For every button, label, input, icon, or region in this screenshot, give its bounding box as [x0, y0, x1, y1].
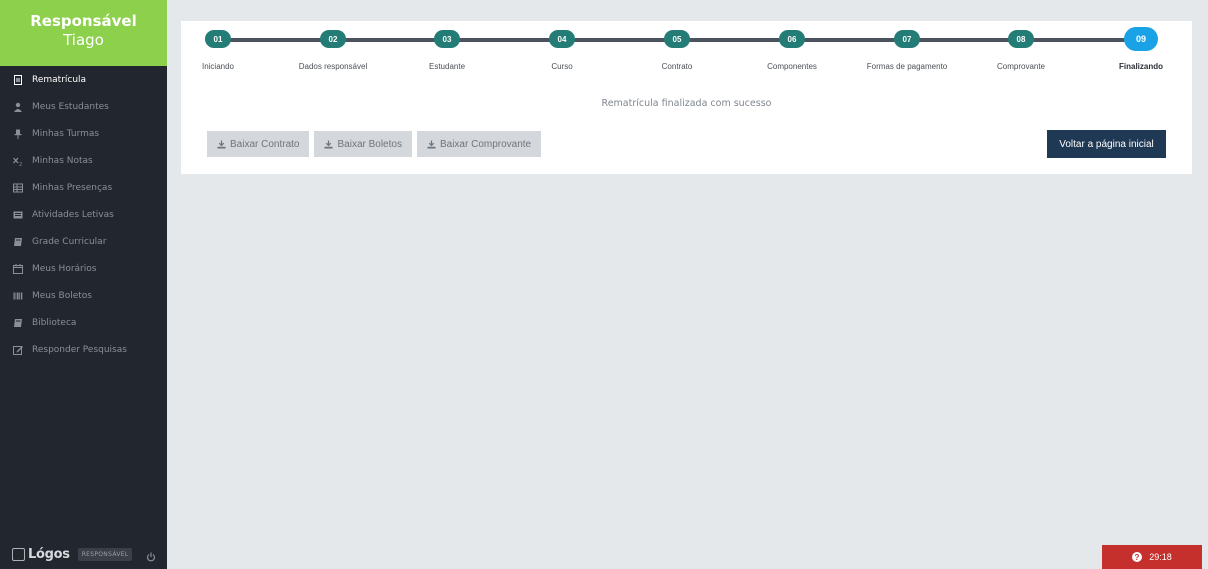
- user-role: Responsável: [30, 12, 137, 30]
- step-iniciando: 01 Iniciando: [163, 21, 273, 71]
- sidebar-item-label: Minhas Presenças: [32, 182, 113, 193]
- sidebar-item-minhas-turmas[interactable]: Minhas Turmas: [0, 120, 167, 147]
- download-icon: [427, 139, 436, 149]
- book-icon: [13, 318, 23, 328]
- sidebar-item-rematricula[interactable]: Rematrícula: [0, 66, 167, 93]
- sidebar-item-label: Meus Boletos: [32, 290, 92, 301]
- step-label: Comprovante: [996, 62, 1046, 71]
- timer-value: 29:18: [1149, 552, 1172, 562]
- sidebar-item-responder-pesquisas[interactable]: Responder Pesquisas: [0, 336, 167, 363]
- download-icon: [324, 139, 334, 149]
- sidebar-item-biblioteca[interactable]: Biblioteca: [0, 309, 167, 336]
- step-number: 03: [434, 30, 460, 48]
- sidebar-item-grade-curricular[interactable]: Grade Curricular: [0, 228, 167, 255]
- sidebar-menu: Rematrícula Meus Estudantes Minhas Turma…: [0, 66, 167, 363]
- sidebar-footer: Lógos RESPONSÁVEL: [0, 539, 167, 569]
- step-number: 05: [664, 30, 690, 48]
- calendar-icon: [13, 263, 23, 274]
- sidebar-item-label: Responder Pesquisas: [32, 344, 127, 355]
- logos-logo: Lógos: [12, 547, 70, 562]
- step-dados-responsavel: 02 Dados responsável: [278, 21, 388, 71]
- user-name: Tiago: [63, 31, 104, 49]
- download-receipt-button[interactable]: Baixar Comprovante: [416, 131, 542, 157]
- sidebar-item-label: Minhas Notas: [32, 155, 93, 166]
- edit-icon: [13, 345, 23, 355]
- step-label: Iniciando: [201, 62, 235, 71]
- sidebar-item-meus-estudantes[interactable]: Meus Estudantes: [0, 93, 167, 120]
- book-icon: [13, 237, 23, 247]
- success-message: Rematrícula finalizada com sucesso: [601, 98, 772, 109]
- step-number: 07: [894, 30, 920, 48]
- step-contrato: 05 Contrato: [622, 21, 732, 71]
- step-finalizando: 09 Finalizando: [1086, 21, 1196, 71]
- sidebar-item-meus-boletos[interactable]: Meus Boletos: [0, 282, 167, 309]
- logo-mark-icon: [12, 547, 25, 561]
- sidebar-item-minhas-presencas[interactable]: Minhas Presenças: [0, 174, 167, 201]
- sidebar-item-meus-horarios[interactable]: Meus Horários: [0, 255, 167, 282]
- step-curso: 04 Curso: [507, 21, 617, 71]
- download-icon: [217, 139, 226, 149]
- sidebar-item-label: Atividades Letivas: [32, 209, 114, 220]
- button-label: Baixar Contrato: [230, 138, 300, 150]
- step-label: Dados responsável: [298, 62, 368, 71]
- session-timer: ? 29:18: [1102, 545, 1202, 569]
- sidebar-item-label: Minhas Turmas: [32, 128, 100, 139]
- step-number: 08: [1008, 30, 1034, 48]
- download-buttons: Baixar Contrato Baixar Boletos Baixar Co…: [207, 131, 542, 157]
- sidebar-item-atividades-letivas[interactable]: Atividades Letivas: [0, 201, 167, 228]
- document-icon: [13, 74, 23, 85]
- download-slips-button[interactable]: Baixar Boletos: [314, 131, 412, 157]
- progress-stepper: 01 Iniciando 02 Dados responsável 03 Est…: [181, 21, 1192, 106]
- sidebar-item-minhas-notas[interactable]: 2 Minhas Notas: [0, 147, 167, 174]
- step-label: Componentes: [767, 62, 817, 71]
- step-number: 09: [1124, 27, 1158, 51]
- svg-text:?: ?: [1135, 553, 1140, 562]
- step-number: 04: [549, 30, 575, 48]
- step-componentes: 06 Componentes: [737, 21, 847, 71]
- step-number: 06: [779, 30, 805, 48]
- sidebar-item-label: Meus Horários: [32, 263, 97, 274]
- button-label: Baixar Comprovante: [439, 138, 532, 150]
- step-number: 01: [205, 30, 231, 48]
- step-estudante: 03 Estudante: [392, 21, 502, 71]
- list-icon: [13, 210, 23, 220]
- download-contract-button[interactable]: Baixar Contrato: [207, 131, 310, 157]
- sidebar: Responsável Tiago Rematrícula Meus Estud…: [0, 0, 167, 569]
- pin-icon: [13, 129, 23, 139]
- svg-text:2: 2: [19, 162, 22, 166]
- sidebar-header: Responsável Tiago: [0, 0, 167, 66]
- role-badge: RESPONSÁVEL: [77, 547, 133, 561]
- sidebar-item-label: Biblioteca: [32, 317, 77, 328]
- user-icon: [13, 102, 23, 112]
- step-label: Estudante: [428, 62, 466, 71]
- power-icon[interactable]: [146, 549, 156, 562]
- help-icon[interactable]: ?: [1132, 552, 1143, 562]
- step-label: Finalizando: [1119, 62, 1163, 71]
- step-number: 02: [320, 30, 346, 48]
- sidebar-item-label: Rematrícula: [32, 74, 87, 85]
- step-comprovante: 08 Comprovante: [966, 21, 1076, 71]
- sidebar-item-label: Meus Estudantes: [32, 101, 109, 112]
- sidebar-item-label: Grade Curricular: [32, 236, 107, 247]
- step-label: Curso: [551, 62, 573, 71]
- rematricula-card: 01 Iniciando 02 Dados responsável 03 Est…: [181, 21, 1192, 174]
- button-label: Baixar Boletos: [337, 138, 402, 150]
- barcode-icon: [13, 291, 23, 301]
- logo-text: Lógos: [28, 546, 70, 562]
- step-label: Formas de pagamento: [866, 62, 948, 71]
- subscript-icon: 2: [13, 156, 23, 166]
- table-icon: [13, 183, 23, 193]
- back-home-button[interactable]: Voltar a página inicial: [1047, 130, 1166, 158]
- step-formas-de-pagamento: 07 Formas de pagamento: [852, 21, 962, 71]
- step-label: Contrato: [661, 62, 693, 71]
